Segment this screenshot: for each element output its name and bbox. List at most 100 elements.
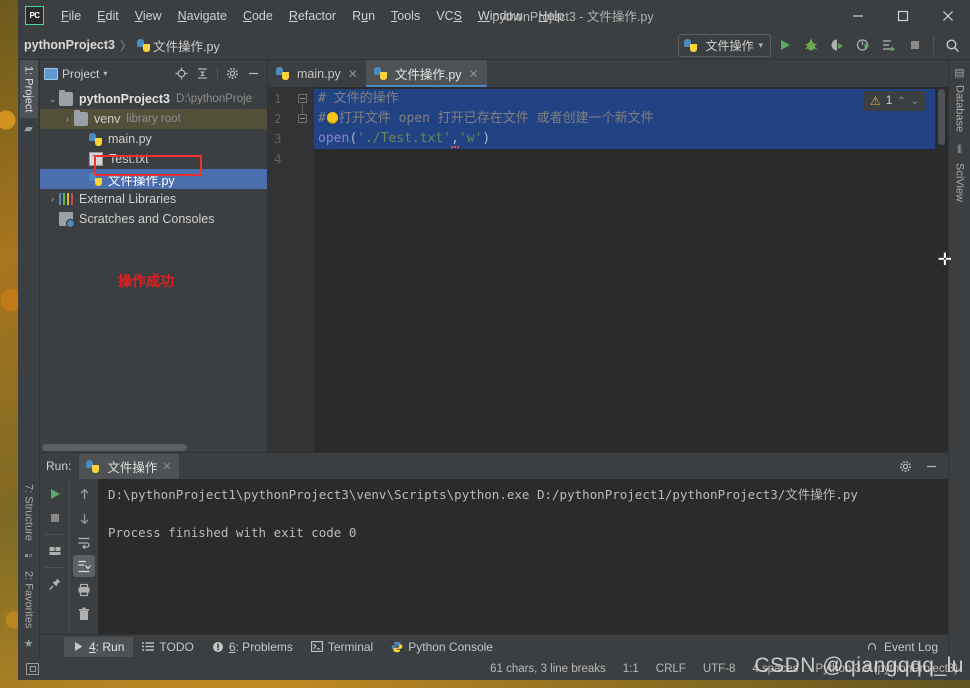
tree-node-5[interactable]: › External Libraries xyxy=(40,189,267,209)
menu-item-navigate[interactable]: Navigate xyxy=(170,6,235,26)
tree-node-hint: D:\pythonProje xyxy=(176,93,253,105)
intention-bulb-icon[interactable] xyxy=(326,112,338,123)
soft-wrap-button[interactable] xyxy=(73,531,95,553)
settings-gear-icon[interactable] xyxy=(894,455,916,477)
next-occurrence-button[interactable] xyxy=(73,507,95,529)
event-log-area[interactable]: Event Log xyxy=(866,640,948,654)
chevron-down-icon[interactable]: ⌄ xyxy=(911,96,919,107)
menu-item-file[interactable]: File xyxy=(53,6,89,26)
tree-node-6[interactable]: Scratches and Consoles xyxy=(40,209,267,229)
toggle-toolwindows-icon[interactable] xyxy=(26,663,39,675)
status-line-separator[interactable]: CRLF xyxy=(656,663,686,675)
right-tool-rail: ▤ Database ⦀ SciView xyxy=(948,60,970,658)
run-console-output[interactable]: D:\pythonProject1\pythonProject3\venv\Sc… xyxy=(98,479,936,634)
fold-marker-line1[interactable] xyxy=(298,94,307,103)
status-caret-position[interactable]: 1:1 xyxy=(623,663,639,675)
menu-item-help[interactable]: Help xyxy=(530,6,572,26)
editor-gutter[interactable]: 1 2 3 4 xyxy=(268,87,314,452)
rerun-button[interactable] xyxy=(44,483,66,505)
sidebar-item-database[interactable]: Database xyxy=(951,79,969,138)
code-line-1[interactable]: # 文件的操作 xyxy=(314,89,935,109)
tree-node-2[interactable]: main.py xyxy=(40,129,267,149)
status-interpreter[interactable]: Python 3.9 (pythonProject3) xyxy=(815,663,958,675)
minimize-button[interactable] xyxy=(835,0,880,31)
tree-node-3[interactable]: Test.txt xyxy=(40,149,267,169)
run-tab-file-operation[interactable]: 文件操作 ✕ xyxy=(79,453,179,479)
pin-tab-button[interactable] xyxy=(44,573,66,595)
menu-item-edit[interactable]: Edit xyxy=(89,6,127,26)
navigation-toolbar: pythonProject3 〉 文件操作.py 文件操作 ▾ xyxy=(18,31,970,60)
tool-window-python-console[interactable]: Python Console xyxy=(382,637,502,657)
search-everywhere-icon[interactable] xyxy=(940,34,964,56)
settings-gear-icon[interactable] xyxy=(223,64,242,83)
clear-all-button[interactable] xyxy=(73,603,95,625)
status-indent[interactable]: 4 spaces xyxy=(752,663,798,675)
code-line-4[interactable] xyxy=(314,149,935,169)
close-icon[interactable]: ✕ xyxy=(348,67,358,81)
stop-button[interactable] xyxy=(44,507,66,529)
external-libraries-icon xyxy=(59,193,73,205)
chevron-up-icon[interactable]: ⌃ xyxy=(897,96,905,107)
chevron-down-icon[interactable]: ▾ xyxy=(103,69,107,78)
sidebar-item-project[interactable]: 1: Project xyxy=(19,60,38,119)
python-file-icon xyxy=(89,132,102,146)
status-encoding[interactable]: UTF-8 xyxy=(703,663,736,675)
menu-item-refactor[interactable]: Refactor xyxy=(281,6,344,26)
menu-item-vcs[interactable]: VCS xyxy=(428,6,470,26)
run-with-coverage-button[interactable] xyxy=(825,34,849,56)
tree-node-0[interactable]: ⌄ pythonProject3 D:\pythonProje xyxy=(40,89,267,109)
maximize-button[interactable] xyxy=(880,0,925,31)
restore-layout-button[interactable] xyxy=(44,540,66,562)
sidebar-item-sciview[interactable]: SciView xyxy=(951,157,969,208)
hide-panel-icon[interactable] xyxy=(920,455,942,477)
tab-file-operation-py[interactable]: 文件操作.py ✕ xyxy=(365,60,487,87)
debug-button[interactable] xyxy=(799,34,823,56)
breadcrumb-project[interactable]: pythonProject3 xyxy=(24,38,115,52)
stop-button[interactable] xyxy=(903,34,927,56)
menu-item-tools[interactable]: Tools xyxy=(383,6,428,26)
python-file-icon xyxy=(89,172,102,186)
menu-item-window[interactable]: Window xyxy=(470,6,530,26)
collapse-all-icon[interactable] xyxy=(193,64,212,83)
code-content[interactable]: # 文件的操作 # 打开文件 open 打开已存在文件 或者创建一个新文件 open(… xyxy=(314,87,935,452)
tool-window-terminal[interactable]: Terminal xyxy=(302,637,382,657)
console-line-2: Process finished with exit code 0 xyxy=(108,525,357,540)
terminal-icon xyxy=(310,641,323,652)
run-with-console-button[interactable] xyxy=(877,34,901,56)
chevron-down-icon[interactable]: ⌄ xyxy=(46,94,59,105)
console-scrollbar[interactable] xyxy=(936,479,948,634)
code-token-punct: ) xyxy=(482,131,491,146)
chevron-right-icon[interactable]: › xyxy=(46,194,59,204)
run-actions-right xyxy=(69,479,98,634)
close-button[interactable] xyxy=(925,0,970,31)
sidebar-item-structure[interactable]: 7: Structure xyxy=(20,478,38,547)
run-configuration-selector[interactable]: 文件操作 ▾ xyxy=(678,33,771,57)
project-tree[interactable]: ⌄ pythonProject3 D:\pythonProje › venv librar… xyxy=(40,87,267,443)
menu-item-view[interactable]: View xyxy=(127,6,170,26)
profile-button[interactable] xyxy=(851,34,875,56)
chevron-right-icon[interactable]: › xyxy=(61,114,74,124)
prev-occurrence-button[interactable] xyxy=(73,483,95,505)
close-icon[interactable]: ✕ xyxy=(469,67,479,81)
breadcrumb-file[interactable]: 文件操作.py xyxy=(153,36,220,55)
inspection-status-badge[interactable]: ⚠ 1 ⌃ ⌄ xyxy=(863,91,926,111)
tool-window-todo[interactable]: TODO xyxy=(133,637,202,657)
tree-node-4[interactable]: 文件操作.py xyxy=(40,169,267,189)
fold-marker-line2[interactable] xyxy=(298,114,307,123)
tool-window-4-run[interactable]: 4: Run xyxy=(64,636,134,657)
hide-panel-icon[interactable] xyxy=(244,64,263,83)
tree-node-1[interactable]: › venv library root xyxy=(40,109,267,129)
run-button[interactable] xyxy=(773,34,797,56)
project-horizontal-scrollbar[interactable] xyxy=(40,443,267,452)
code-line-3[interactable]: open('./Test.txt','w') xyxy=(314,129,935,149)
tab-main-py[interactable]: main.py ✕ xyxy=(268,60,366,87)
code-line-2[interactable]: # 打开文件 open 打开已存在文件 或者创建一个新文件 xyxy=(314,109,935,129)
sidebar-item-favorites[interactable]: 2: Favorites xyxy=(20,565,38,634)
print-button[interactable] xyxy=(73,579,95,601)
scroll-to-end-button[interactable] xyxy=(73,555,95,577)
menu-item-run[interactable]: Run xyxy=(344,6,383,26)
tool-window-6-problems[interactable]: 6: Problems xyxy=(203,637,302,657)
menu-item-code[interactable]: Code xyxy=(235,6,281,26)
locate-icon[interactable] xyxy=(172,64,191,83)
close-icon[interactable]: ✕ xyxy=(162,460,171,473)
